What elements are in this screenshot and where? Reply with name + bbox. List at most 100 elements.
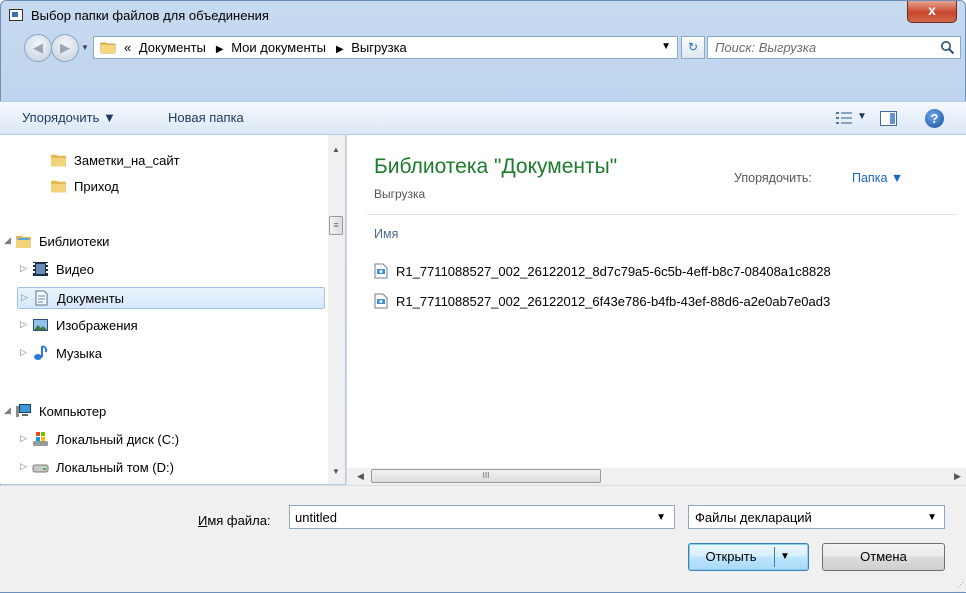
navigation-pane: Заметки_на_сайт Приход ◢ Библиотеки ▷ Ви… [0,135,345,484]
breadcrumb-separator-icon[interactable]: ▶ [216,44,224,55]
address-dropdown-icon[interactable]: ▼ [661,41,671,52]
breadcrumb-separator-icon[interactable]: ▶ [336,44,344,55]
filename-input[interactable]: untitled ▼ [289,505,675,529]
recent-pages-dropdown[interactable]: ▼ [81,43,89,52]
scroll-thumb[interactable]: ≡ [329,216,343,235]
tree-item-libraries[interactable]: ◢ Библиотеки [0,231,320,253]
tree-item-label: Документы [57,291,125,306]
address-bar[interactable]: « Документы ▶ Мои документы ▶ Выгрузка ▼ [93,36,678,59]
scroll-thumb[interactable]: III [371,469,601,483]
tree-item-music[interactable]: ▷ Музыка [0,343,320,365]
column-header-name[interactable]: Имя [374,227,398,241]
pictures-library-icon [33,319,48,331]
filename-value[interactable]: untitled [295,510,337,525]
expand-arrow-icon[interactable]: ▷ [20,461,27,472]
tree-item-label: Изображения [56,318,138,333]
tree-item-label: Видео [56,262,94,277]
computer-icon [16,404,31,417]
cancel-button[interactable]: Отмена [822,543,945,571]
breadcrumb-export[interactable]: Выгрузка [351,40,407,55]
tree-item-documents[interactable]: ▷ Документы [17,287,325,309]
expand-arrow-icon[interactable]: ▷ [20,433,27,444]
scroll-right-icon[interactable]: ▶ [954,471,961,482]
scroll-down-icon[interactable]: ▼ [332,467,340,476]
file-name-panel: Имя файла: untitled ▼ Файлы деклараций ▼… [0,485,966,592]
title-bar: Выбор папки файлов для объединения x [1,1,965,31]
tree-item-notes[interactable]: Заметки_на_сайт [40,150,320,172]
back-arrow-icon: ◀ [33,40,43,55]
library-title: Библиотека "Документы" [374,155,618,178]
filetype-select[interactable]: Файлы деклараций ▼ [688,505,945,529]
drive-icon [32,464,49,473]
document-file-icon [374,263,388,279]
tree-item-label: Локальный диск (C:) [56,432,180,447]
expand-arrow-icon[interactable]: ▷ [20,263,27,274]
document-file-icon [374,293,388,309]
tree-item-computer[interactable]: ◢ Компьютер [0,401,320,423]
window-title: Выбор папки файлов для объединения [31,8,269,23]
close-button[interactable]: x [907,1,957,23]
arrange-by-dropdown[interactable]: Папка ▼ [852,171,903,185]
new-folder-button[interactable]: Новая папка [168,110,244,125]
expand-arrow-icon[interactable]: ▷ [20,347,27,358]
folder-icon [51,180,66,193]
collapse-arrow-icon[interactable]: ◢ [4,235,11,246]
collapse-arrow-icon[interactable]: ◢ [4,405,11,416]
open-button-label: Открыть [705,549,757,564]
tree-item-drive-c[interactable]: ▷ Локальный диск (C:) [0,429,320,451]
expand-arrow-icon[interactable]: ▷ [20,319,27,330]
documents-library-icon [35,290,48,306]
organize-menu[interactable]: Упорядочить ▼ [22,110,116,125]
tree-item-label: Музыка [56,346,102,361]
open-button[interactable]: Открыть ▼ [688,543,809,571]
search-icon[interactable] [940,40,955,55]
filetype-value: Файлы деклараций [695,510,812,525]
views-icon[interactable] [836,112,852,124]
video-library-icon [33,262,48,276]
tree-scrollbar[interactable]: ▲ ≡ ▼ [328,135,345,484]
file-name: R1_7711088527_002_26122012_6f43e786-b4fb… [396,294,831,309]
open-dropdown-icon[interactable]: ▼ [780,544,790,570]
tree-item-label: Библиотеки [39,234,110,249]
scroll-left-icon[interactable]: ◀ [357,471,364,482]
chevron-down-icon[interactable]: ▼ [927,512,937,523]
back-button[interactable]: ◀ [24,34,52,62]
views-dropdown-icon[interactable]: ▼ [857,111,867,122]
divider [367,214,957,215]
tree-item-income[interactable]: Приход [40,176,320,198]
chevron-down-icon[interactable]: ▼ [656,512,666,523]
forward-arrow-icon: ▶ [60,40,70,55]
system-drive-icon [33,432,48,446]
preview-pane-icon[interactable] [880,111,897,126]
folder-icon [100,42,116,54]
tree-item-label: Локальный том (D:) [56,460,174,475]
music-library-icon [34,345,48,360]
file-name: R1_7711088527_002_26122012_8d7c79a5-6c5b… [396,264,831,279]
search-input[interactable]: Поиск: Выгрузка [715,40,816,55]
filename-label: Имя файла: [198,513,271,528]
tree-item-pictures[interactable]: ▷ Изображения [0,315,320,337]
window-icon [9,9,23,21]
forward-button[interactable]: ▶ [51,34,79,62]
library-subtitle: Выгрузка [374,187,426,201]
search-box[interactable]: Поиск: Выгрузка [707,36,961,59]
navigation-bar: ◀ ▶ ▼ « Документы ▶ Мои документы ▶ Выгруз… [1,31,965,67]
content-scrollbar[interactable]: ◀ III ▶ [346,468,966,485]
breadcrumb-documents[interactable]: Документы [139,40,206,55]
tree-item-label: Приход [74,179,119,194]
refresh-button[interactable]: ↻ [681,36,705,59]
breadcrumb-my-documents[interactable]: Мои документы [231,40,326,55]
expand-arrow-icon[interactable]: ▷ [21,292,28,303]
tree-item-video[interactable]: ▷ Видео [0,259,320,281]
tree-item-label: Заметки_на_сайт [74,153,180,168]
scroll-up-icon[interactable]: ▲ [332,145,340,154]
tree-item-drive-d[interactable]: ▷ Локальный том (D:) [0,457,320,479]
tree-item-label: Компьютер [39,404,107,419]
breadcrumb-overflow[interactable]: « [124,40,131,55]
help-icon[interactable]: ? [925,109,944,128]
resize-grip-icon[interactable]: ⋰ [957,581,964,589]
content-pane: Библиотека "Документы" Выгрузка Упорядоч… [346,135,966,470]
refresh-icon: ↻ [687,40,699,54]
breadcrumb: « Документы ▶ Мои документы ▶ Выгрузка [124,40,411,55]
command-toolbar: Упорядочить ▼ Новая папка ▼ ? [0,101,966,135]
